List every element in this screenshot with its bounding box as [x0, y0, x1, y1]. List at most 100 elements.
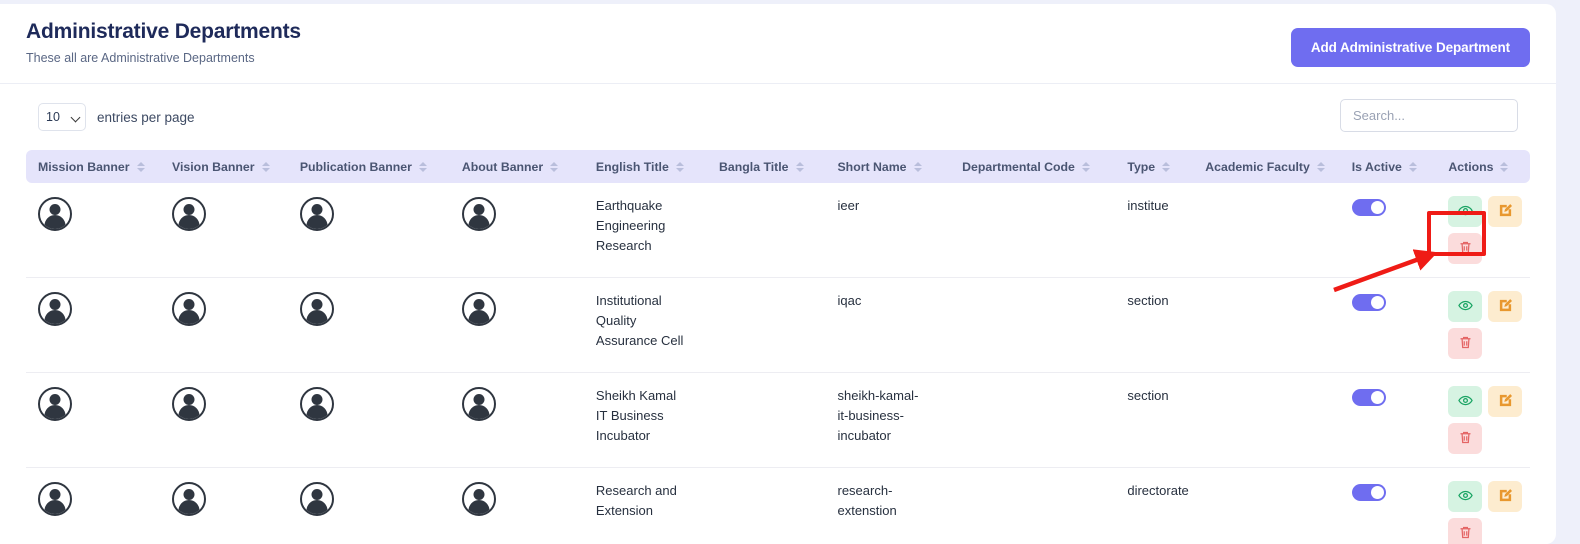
column-header-about-banner[interactable]: About Banner — [450, 150, 584, 183]
cell-about-banner — [450, 278, 584, 373]
trash-icon — [1458, 525, 1473, 543]
edit-button[interactable] — [1488, 481, 1522, 512]
cell-bangla-title — [707, 183, 825, 278]
column-header-bangla-title[interactable]: Bangla Title — [707, 150, 825, 183]
trash-icon — [1458, 430, 1473, 448]
edit-button[interactable] — [1488, 291, 1522, 322]
table-head: Mission BannerVision BannerPublication B… — [26, 150, 1530, 183]
avatar-placeholder-icon — [300, 292, 334, 326]
table-toolbar: 102550100 entries per page — [0, 84, 1556, 150]
avatar-placeholder-icon — [462, 482, 496, 516]
cell-publication-banner — [288, 468, 450, 544]
column-header-label: English Title — [596, 160, 669, 174]
cell-type: directorate — [1115, 468, 1193, 544]
avatar-placeholder-icon — [300, 197, 334, 231]
cell-academic-faculty — [1193, 373, 1340, 468]
search-input[interactable] — [1340, 99, 1518, 132]
cell-mission-banner — [26, 373, 160, 468]
avatar-placeholder-icon — [172, 292, 206, 326]
avatar-placeholder-icon — [462, 292, 496, 326]
cell-type: section — [1115, 278, 1193, 373]
cell-academic-faculty — [1193, 183, 1340, 278]
delete-button[interactable] — [1448, 518, 1482, 544]
cell-is-active — [1340, 373, 1437, 468]
view-button[interactable] — [1448, 481, 1482, 512]
sort-arrows-icon[interactable] — [550, 162, 558, 172]
cell-value: ieer — [837, 198, 859, 213]
view-button[interactable] — [1448, 291, 1482, 322]
cell-academic-faculty — [1193, 278, 1340, 373]
is-active-toggle[interactable] — [1352, 484, 1386, 501]
cell-value: directorate — [1127, 483, 1188, 498]
cell-mission-banner — [26, 278, 160, 373]
entries-per-page-select[interactable]: 102550100 — [38, 103, 86, 131]
trash-icon — [1458, 240, 1473, 258]
column-header-label: Actions — [1448, 160, 1493, 174]
cell-english-title: Institutional Quality Assurance Cell — [584, 278, 707, 373]
sort-arrows-icon[interactable] — [137, 162, 145, 172]
pencil-square-icon — [1498, 203, 1513, 221]
edit-button[interactable] — [1488, 196, 1522, 227]
cell-value: Sheikh Kamal IT Business Incubator — [596, 388, 676, 443]
sort-arrows-icon[interactable] — [796, 162, 804, 172]
cell-about-banner — [450, 468, 584, 544]
column-header-type[interactable]: Type — [1115, 150, 1193, 183]
is-active-toggle[interactable] — [1352, 389, 1386, 406]
sort-arrows-icon[interactable] — [676, 162, 684, 172]
eye-icon — [1458, 393, 1473, 411]
column-header-publication-banner[interactable]: Publication Banner — [288, 150, 450, 183]
column-header-label: Departmental Code — [962, 160, 1075, 174]
delete-button[interactable] — [1448, 233, 1482, 264]
cell-short-name: research- extenstion — [825, 468, 950, 544]
cell-vision-banner — [160, 373, 288, 468]
column-header-mission-banner[interactable]: Mission Banner — [26, 150, 160, 183]
cell-short-name: sheikh-kamal- it-business- incubator — [825, 373, 950, 468]
column-header-short-name[interactable]: Short Name — [825, 150, 950, 183]
view-button[interactable] — [1448, 196, 1482, 227]
cell-vision-banner — [160, 468, 288, 544]
column-header-label: Is Active — [1352, 160, 1402, 174]
table-body: Earthquake Engineering Researchieerinsti… — [26, 183, 1530, 544]
cell-about-banner — [450, 373, 584, 468]
is-active-toggle[interactable] — [1352, 294, 1386, 311]
sort-arrows-icon[interactable] — [1409, 162, 1417, 172]
cell-publication-banner — [288, 183, 450, 278]
cell-english-title: Sheikh Kamal IT Business Incubator — [584, 373, 707, 468]
table-container: Mission BannerVision BannerPublication B… — [0, 150, 1556, 544]
column-header-academic-faculty[interactable]: Academic Faculty — [1193, 150, 1340, 183]
sort-arrows-icon[interactable] — [914, 162, 922, 172]
sort-arrows-icon[interactable] — [262, 162, 270, 172]
cell-english-title: Earthquake Engineering Research — [584, 183, 707, 278]
cell-value: iqac — [837, 293, 861, 308]
pencil-square-icon — [1498, 298, 1513, 316]
edit-button[interactable] — [1488, 386, 1522, 417]
avatar-placeholder-icon — [300, 482, 334, 516]
column-header-actions[interactable]: Actions — [1436, 150, 1530, 183]
column-header-vision-banner[interactable]: Vision Banner — [160, 150, 288, 183]
column-header-departmental-code[interactable]: Departmental Code — [950, 150, 1115, 183]
column-header-is-active[interactable]: Is Active — [1340, 150, 1437, 183]
delete-button[interactable] — [1448, 328, 1482, 359]
table-row: Research and Extensionresearch- extensti… — [26, 468, 1530, 544]
cell-departmental-code — [950, 468, 1115, 544]
entries-per-page-label: entries per page — [97, 110, 195, 125]
cell-value: sheikh-kamal- it-business- incubator — [837, 388, 918, 443]
sort-arrows-icon[interactable] — [1162, 162, 1170, 172]
cell-mission-banner — [26, 468, 160, 544]
departments-card: Administrative Departments These all are… — [0, 4, 1556, 544]
column-header-english-title[interactable]: English Title — [584, 150, 707, 183]
is-active-toggle[interactable] — [1352, 199, 1386, 216]
cell-is-active — [1340, 468, 1437, 544]
cell-publication-banner — [288, 373, 450, 468]
add-administrative-department-button[interactable]: Add Administrative Department — [1291, 28, 1530, 67]
view-button[interactable] — [1448, 386, 1482, 417]
avatar-placeholder-icon — [38, 197, 72, 231]
column-header-label: Type — [1127, 160, 1155, 174]
cell-departmental-code — [950, 278, 1115, 373]
sort-arrows-icon[interactable] — [1082, 162, 1090, 172]
sort-arrows-icon[interactable] — [1317, 162, 1325, 172]
delete-button[interactable] — [1448, 423, 1482, 454]
sort-arrows-icon[interactable] — [1500, 162, 1508, 172]
sort-arrows-icon[interactable] — [419, 162, 427, 172]
entries-select-wrap: 102550100 — [38, 103, 86, 131]
